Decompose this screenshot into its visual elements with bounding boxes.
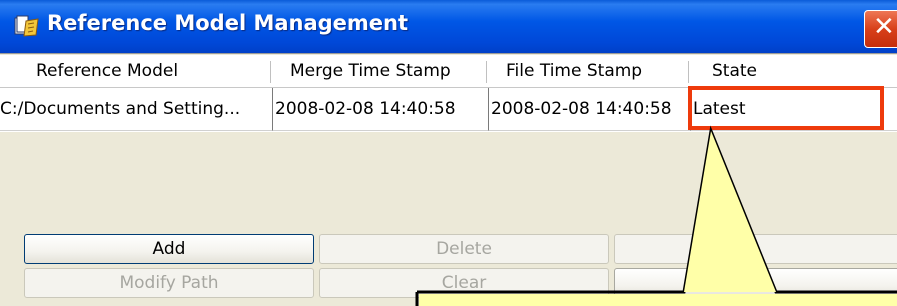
title-bar[interactable]: Reference Model Management ✕ — [0, 0, 897, 53]
add-button[interactable]: Add — [24, 234, 314, 264]
column-divider[interactable] — [270, 61, 271, 83]
reference-model-management-window: Reference Model Management ✕ Reference M… — [0, 0, 897, 306]
app-icon — [14, 15, 39, 37]
column-header-merge-time-stamp[interactable]: Merge Time Stamp — [290, 55, 451, 87]
column-header-reference-model[interactable]: Reference Model — [36, 55, 178, 87]
cell-file-time-stamp[interactable]: 2008-02-08 14:40:58 — [488, 88, 690, 131]
table-header: Reference Model Merge Time Stamp File Ti… — [0, 55, 897, 88]
column-header-state[interactable]: State — [712, 55, 757, 87]
state-highlight-box — [688, 86, 884, 130]
cell-merge-time-stamp[interactable]: 2008-02-08 14:40:58 — [272, 88, 488, 131]
cell-reference-model[interactable]: C:/Documents and Setting... — [0, 88, 272, 131]
close-icon: ✕ — [873, 12, 895, 42]
column-divider[interactable] — [688, 61, 689, 83]
column-divider[interactable] — [486, 61, 487, 83]
close-button[interactable]: ✕ — [864, 10, 897, 48]
delete-button[interactable]: Delete — [319, 234, 609, 264]
toolbar-button-right-bottom[interactable] — [614, 268, 897, 298]
toolbar-button-right-top[interactable] — [614, 234, 897, 264]
window-title: Reference Model Management — [47, 11, 409, 35]
column-header-file-time-stamp[interactable]: File Time Stamp — [506, 55, 642, 87]
clear-button[interactable]: Clear — [319, 268, 609, 298]
modify-path-button[interactable]: Modify Path — [24, 268, 314, 298]
reference-model-table[interactable]: Reference Model Merge Time Stamp File Ti… — [0, 53, 897, 232]
